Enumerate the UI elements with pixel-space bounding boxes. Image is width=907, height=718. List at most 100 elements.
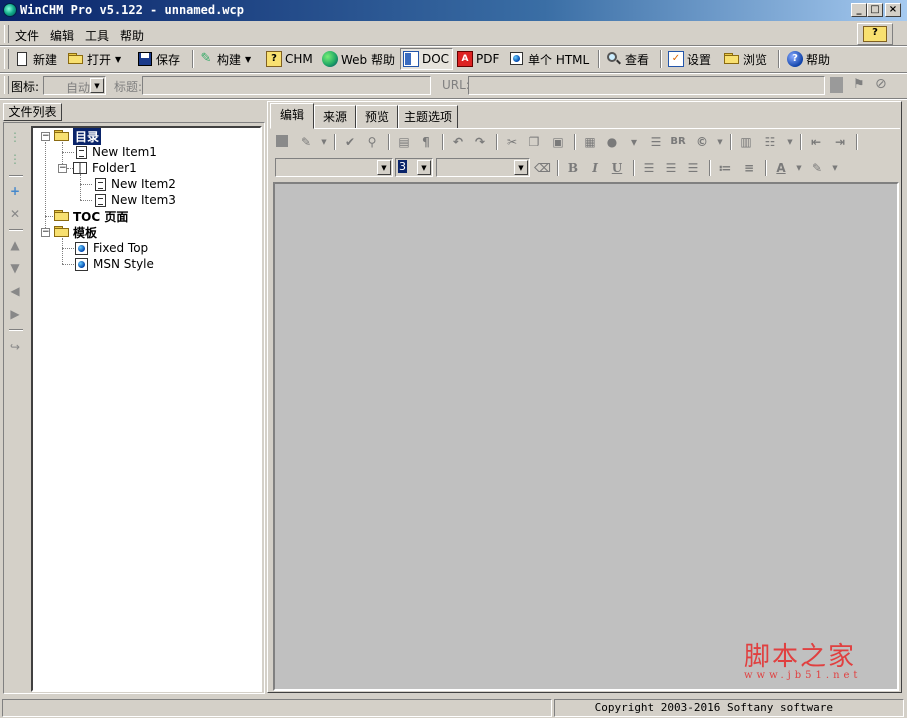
tree-node-fixed-top[interactable]: Fixed Top bbox=[75, 240, 148, 256]
help-button[interactable]: ? 帮助 bbox=[787, 48, 830, 70]
tree-node-msn-style[interactable]: MSN Style bbox=[75, 256, 154, 272]
open-button[interactable]: 打开 ▼ bbox=[68, 48, 121, 70]
web-help-button[interactable]: Web 帮助 bbox=[322, 48, 395, 70]
browse-button[interactable]: 浏览 bbox=[724, 48, 767, 70]
cut-icon[interactable]: ✂ bbox=[504, 134, 520, 150]
add-icon[interactable]: + bbox=[8, 184, 22, 198]
numbered-list-icon[interactable]: ≔ bbox=[717, 160, 733, 176]
indent-icon[interactable]: ⇥ bbox=[832, 134, 848, 150]
save-button[interactable]: 保存 bbox=[137, 48, 180, 70]
tree-node-folder1[interactable]: Folder1 bbox=[73, 160, 137, 176]
tree-node-toc-page[interactable]: TOC 页面 bbox=[54, 208, 128, 224]
tab-theme-options[interactable]: 主题选项 bbox=[398, 105, 458, 129]
outdent-icon[interactable]: ⇤ bbox=[808, 134, 824, 150]
doc-button[interactable]: DOC bbox=[400, 48, 453, 70]
url-input[interactable] bbox=[468, 76, 825, 95]
insert-symbol-icon[interactable]: © bbox=[694, 134, 710, 150]
insert-list-icon[interactable]: ☰ bbox=[648, 134, 664, 150]
menu-file[interactable]: 文件 bbox=[15, 27, 39, 44]
font-color-dropdown-icon[interactable]: ▼ bbox=[791, 160, 807, 176]
open-dropdown-icon[interactable]: ▼ bbox=[115, 55, 121, 64]
move-left-icon[interactable]: ◀ bbox=[8, 284, 22, 298]
menu-tools[interactable]: 工具 bbox=[85, 27, 109, 44]
page-icon[interactable] bbox=[830, 77, 843, 93]
expander-folder1[interactable]: − bbox=[58, 164, 67, 173]
align-center-icon[interactable]: ☰ bbox=[663, 160, 679, 176]
font-name-combobox[interactable]: ▼ bbox=[275, 158, 393, 177]
spellcheck-icon[interactable]: ✔ bbox=[342, 134, 358, 150]
insert-table-icon[interactable]: ▥ bbox=[738, 134, 754, 150]
convert-icon[interactable]: ↪ bbox=[8, 340, 22, 354]
move-right-icon[interactable]: ▶ bbox=[8, 307, 22, 321]
toolbar-grip[interactable] bbox=[4, 49, 9, 69]
new-button[interactable]: 新建 bbox=[14, 48, 57, 70]
wysiwyg-edit-area[interactable] bbox=[273, 182, 899, 691]
editor-edit-dropdown-icon[interactable]: ▼ bbox=[316, 134, 332, 150]
close-button[interactable]: × bbox=[885, 3, 901, 17]
expander-templates[interactable]: − bbox=[41, 228, 50, 237]
insert-image-icon[interactable]: ▦ bbox=[582, 134, 598, 150]
menu-edit[interactable]: 编辑 bbox=[50, 27, 74, 44]
align-left-icon[interactable]: ☰ bbox=[641, 160, 657, 176]
highlight-icon[interactable]: ✎ bbox=[809, 160, 825, 176]
font-size-combobox[interactable]: 3 ▼ bbox=[395, 158, 433, 177]
clear-icon[interactable]: ⊘ bbox=[875, 76, 887, 92]
menu-grip[interactable] bbox=[4, 25, 9, 43]
font-color-icon[interactable]: A bbox=[773, 160, 789, 176]
paragraph-icon[interactable]: ¶ bbox=[418, 134, 434, 150]
symbol-dropdown-icon[interactable]: ▼ bbox=[712, 134, 728, 150]
title-input[interactable] bbox=[142, 76, 431, 95]
minimize-button[interactable]: _ bbox=[851, 3, 867, 17]
tree-node-new-item1[interactable]: New Item1 bbox=[76, 144, 157, 160]
add-sibling-icon[interactable]: ⋮ bbox=[8, 152, 22, 166]
icon-combobox-arrow[interactable]: ▼ bbox=[90, 78, 104, 93]
chm-button[interactable]: ? CHM bbox=[266, 48, 313, 70]
insert-anchor-icon[interactable]: ▾ bbox=[626, 134, 642, 150]
bold-icon[interactable]: B bbox=[565, 160, 581, 176]
italic-icon[interactable]: I bbox=[587, 160, 603, 176]
font-name-arrow[interactable]: ▼ bbox=[377, 160, 391, 175]
expander-toc[interactable]: − bbox=[41, 132, 50, 141]
menu-help[interactable]: 帮助 bbox=[120, 27, 144, 44]
undo-icon[interactable]: ↶ bbox=[450, 134, 466, 150]
move-up-icon[interactable]: ▲ bbox=[8, 238, 22, 252]
bullet-list-icon[interactable]: ≡ bbox=[741, 160, 757, 176]
maximize-button[interactable]: □ bbox=[867, 3, 883, 17]
copy-icon[interactable]: ❐ bbox=[526, 134, 542, 150]
tree-node-templates[interactable]: 模板 bbox=[54, 224, 97, 240]
tree-node-toc[interactable]: 目录 bbox=[54, 127, 102, 145]
view-button[interactable]: 查看 bbox=[606, 48, 649, 70]
app-icon[interactable] bbox=[3, 3, 17, 17]
style-arrow[interactable]: ▼ bbox=[514, 160, 528, 175]
tab-edit[interactable]: 编辑 bbox=[270, 103, 314, 129]
single-html-button[interactable]: 单个 HTML bbox=[509, 48, 589, 70]
add-child-icon[interactable]: ⋮ bbox=[8, 130, 22, 144]
align-right-icon[interactable]: ☰ bbox=[685, 160, 701, 176]
underline-icon[interactable]: U bbox=[609, 160, 625, 176]
tree-node-new-item2[interactable]: New Item2 bbox=[95, 176, 176, 192]
delete-icon[interactable]: ✕ bbox=[8, 207, 22, 221]
title-bar[interactable]: WinCHM Pro v5.122 - unnamed.wcp _ □ × bbox=[0, 0, 907, 21]
tree-node-new-item3[interactable]: New Item3 bbox=[95, 192, 176, 208]
fieldbar-grip[interactable] bbox=[4, 76, 9, 94]
insert-form-icon[interactable]: ☷ bbox=[762, 134, 778, 150]
insert-break-icon[interactable]: BR bbox=[670, 134, 686, 150]
form-dropdown-icon[interactable]: ▼ bbox=[782, 134, 798, 150]
style-combobox[interactable]: ▼ bbox=[436, 158, 530, 177]
tab-source[interactable]: 来源 bbox=[314, 105, 356, 129]
pdf-button[interactable]: A PDF bbox=[457, 48, 499, 70]
editor-edit-icon[interactable]: ✎ bbox=[298, 134, 314, 150]
font-size-arrow[interactable]: ▼ bbox=[417, 160, 431, 175]
editor-save-icon[interactable] bbox=[276, 135, 288, 147]
file-list-tab[interactable]: 文件列表 bbox=[3, 103, 62, 121]
clear-format-icon[interactable]: ⌫ bbox=[534, 160, 551, 176]
tab-preview[interactable]: 预览 bbox=[356, 105, 398, 129]
redo-icon[interactable]: ↷ bbox=[472, 134, 488, 150]
build-button[interactable]: ✎ 构建 ▼ bbox=[198, 48, 252, 70]
icon-combobox[interactable]: 自动 ▼ bbox=[43, 76, 106, 95]
insert-link-icon[interactable]: ● bbox=[604, 134, 620, 150]
move-down-icon[interactable]: ▼ bbox=[8, 261, 22, 275]
select-all-icon[interactable]: ▤ bbox=[396, 134, 412, 150]
paste-icon[interactable]: ▣ bbox=[550, 134, 566, 150]
help-book-button[interactable]: ? bbox=[857, 23, 893, 45]
